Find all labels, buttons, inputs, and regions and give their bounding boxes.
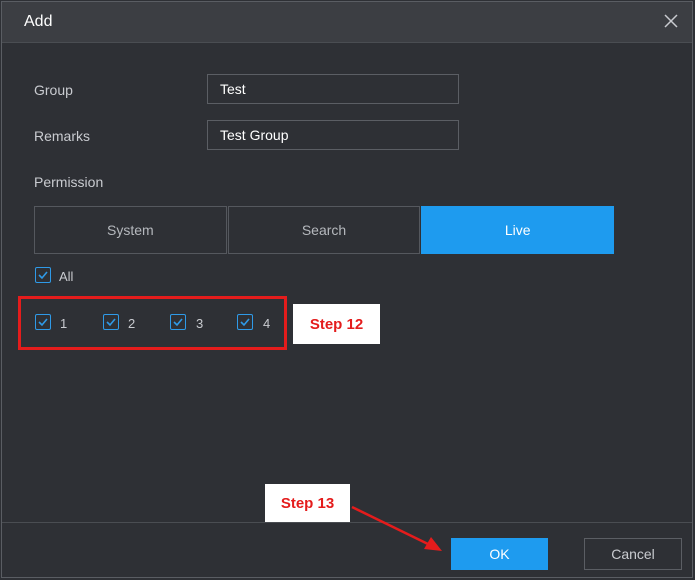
tab-live[interactable]: Live	[421, 206, 615, 254]
remarks-label: Remarks	[34, 128, 91, 144]
ok-button[interactable]: OK	[451, 538, 548, 570]
close-icon[interactable]	[664, 14, 678, 28]
step12-highlight-box	[18, 296, 287, 350]
footer-divider	[2, 522, 692, 523]
tab-search[interactable]: Search	[227, 206, 421, 254]
step12-callout: Step 12	[293, 304, 380, 344]
all-checkbox-label: All	[59, 269, 74, 284]
cancel-button[interactable]: Cancel	[584, 538, 682, 570]
step13-callout: Step 13	[265, 484, 350, 522]
checkmark-icon	[38, 271, 48, 280]
dialog-title: Add	[24, 13, 53, 30]
tab-system[interactable]: System	[34, 206, 227, 254]
remarks-input[interactable]	[207, 120, 459, 150]
all-checkbox[interactable]	[35, 267, 51, 283]
group-input[interactable]	[207, 74, 459, 104]
group-label: Group	[34, 82, 73, 98]
permission-label: Permission	[34, 174, 104, 190]
dialog-titlebar: Add	[2, 2, 692, 43]
permission-tabs: System Search Live	[34, 206, 615, 254]
